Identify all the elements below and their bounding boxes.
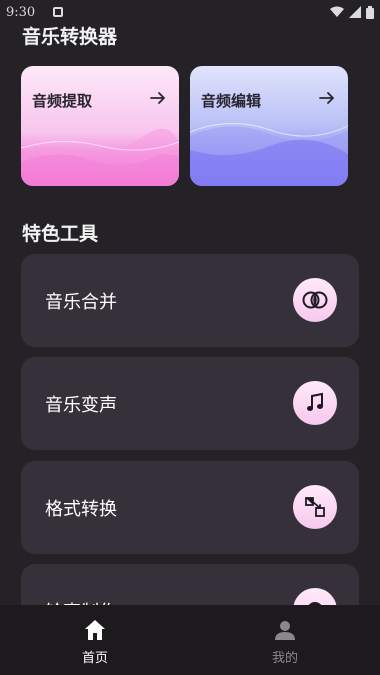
user-icon [275,621,295,640]
audio-edit-label: 音频编辑 [201,92,262,110]
wave-decoration [190,123,348,186]
arrow-right-icon [150,92,165,104]
tool-voice-change[interactable]: 音乐变声 [21,357,359,450]
app-title: 音乐转换器 [22,26,118,48]
format-convert-icon [293,485,337,529]
music-note-icon [293,381,337,425]
status-bar: 9:30 [0,0,380,24]
home-icon [85,620,105,640]
battery-icon [366,5,374,19]
nav-home-label: 首页 [81,651,108,666]
wifi-icon [330,6,344,17]
audio-edit-card[interactable]: 音频编辑 [190,66,348,186]
tool-label: 格式转换 [45,498,117,520]
merge-circles-icon [293,278,337,322]
nav-home[interactable]: 首页 [0,605,190,675]
status-icons [330,5,374,19]
notification-icon [53,7,64,17]
tool-label: 音乐变声 [45,394,117,416]
nav-mine[interactable]: 我的 [190,605,380,675]
bottom-nav: 首页 我的 [0,605,380,675]
wave-decoration [21,128,179,186]
section-title: 特色工具 [22,223,99,245]
arrow-right-icon [319,92,334,104]
status-time: 9:30 [6,4,36,20]
tool-format-convert[interactable]: 格式转换 [21,461,359,554]
audio-extract-card[interactable]: 音频提取 [21,66,179,186]
tool-label: 音乐合并 [45,291,117,313]
tool-music-merge[interactable]: 音乐合并 [21,254,359,347]
nav-mine-label: 我的 [271,651,298,666]
audio-extract-label: 音频提取 [32,92,93,110]
signal-icon [349,6,361,18]
